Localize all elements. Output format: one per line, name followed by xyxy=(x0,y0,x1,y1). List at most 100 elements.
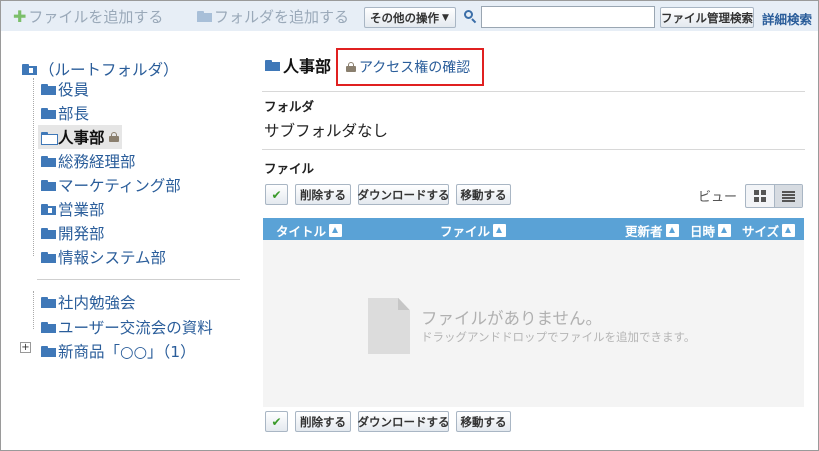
detail-search-link[interactable]: 詳細検索 xyxy=(762,9,812,28)
grid-view-button[interactable] xyxy=(746,185,774,207)
search-input[interactable] xyxy=(481,6,655,28)
folder-icon xyxy=(265,59,280,71)
tree-item-marketing[interactable]: マーケティング部 xyxy=(41,174,181,196)
page-title-text: 人事部 xyxy=(283,57,332,76)
file-section-label: ファイル xyxy=(264,161,315,176)
search-icon xyxy=(464,10,477,24)
delete-button[interactable]: 削除する xyxy=(295,411,351,432)
divider xyxy=(262,91,805,92)
column-updater[interactable]: 更新者 xyxy=(625,221,679,240)
view-label: ビュー xyxy=(698,190,738,205)
add-file-button[interactable]: ✚ ファイルを追加する xyxy=(13,6,163,27)
tree-item-label: 新商品「○○」（1） xyxy=(58,343,196,361)
column-file[interactable]: ファイル xyxy=(440,221,507,240)
lock-icon xyxy=(346,62,356,72)
folder-icon xyxy=(197,11,212,22)
tree-item-new-product[interactable]: 新商品「○○」（1） xyxy=(41,340,196,362)
folder-icon xyxy=(41,155,56,167)
page-title: 人事部 xyxy=(265,53,331,77)
tree-root-label: （ルートフォルダ） xyxy=(39,61,179,79)
move-button[interactable]: 移動する xyxy=(456,184,511,205)
sort-asc-icon xyxy=(718,224,732,237)
tree-item-hr[interactable]: 人事部 xyxy=(38,125,122,149)
tree-item-user-meeting[interactable]: ユーザー交流会の資料 xyxy=(41,316,213,338)
tree-item-label: 部長 xyxy=(58,105,90,123)
tree-item-it[interactable]: 情報システム部 xyxy=(41,246,166,268)
tree-guide xyxy=(33,291,34,329)
tree-item-label: ユーザー交流会の資料 xyxy=(58,319,213,337)
add-file-label: ファイルを追加する xyxy=(28,8,164,26)
tree-item-general-accounting[interactable]: 総務経理部 xyxy=(41,150,136,172)
add-folder-label: フォルダを追加する xyxy=(214,8,350,26)
table-header: タイトル ファイル 更新者 日時 サイズ xyxy=(263,218,804,240)
select-all-button[interactable]: ✔ xyxy=(265,184,288,205)
folder-icon xyxy=(41,227,56,239)
column-label: 更新者 xyxy=(625,224,663,239)
plus-icon: ✚ xyxy=(13,7,27,26)
tree-item-development[interactable]: 開発部 xyxy=(41,222,105,244)
divider xyxy=(262,149,805,150)
empty-hint: ドラッグアンドドロップでファイルを追加できます。 xyxy=(421,330,696,344)
view-toggle xyxy=(745,184,803,208)
tree-item-label: 役員 xyxy=(58,81,90,99)
folder-section-label: フォルダ xyxy=(264,99,315,114)
tree-guide xyxy=(33,78,34,256)
toolbar: ✚ ファイルを追加する フォルダを追加する その他の操作 ▼ ファイル管理検索 … xyxy=(1,1,818,31)
caret-down-icon: ▼ xyxy=(442,12,449,23)
tree-item-label: 情報システム部 xyxy=(58,249,167,267)
lock-icon xyxy=(108,132,119,142)
empty-file-icon xyxy=(368,298,410,354)
folder-icon xyxy=(41,345,56,357)
sort-asc-icon xyxy=(782,224,796,237)
select-all-button[interactable]: ✔ xyxy=(265,411,288,432)
column-datetime[interactable]: 日時 xyxy=(690,221,732,240)
tree-item-label: 総務経理部 xyxy=(58,153,136,171)
folder-icon xyxy=(41,83,56,95)
column-label: タイトル xyxy=(276,224,327,239)
other-operations-label: その他の操作 xyxy=(370,10,439,25)
root-folder-icon xyxy=(22,63,37,75)
sort-asc-icon xyxy=(665,224,679,237)
column-label: ファイル xyxy=(440,224,491,239)
tree-item-label: 社内勉強会 xyxy=(58,294,136,312)
sort-asc-icon xyxy=(493,224,507,237)
list-view-button[interactable] xyxy=(773,185,802,207)
folder-icon xyxy=(41,296,56,308)
no-subfolder-text: サブフォルダなし xyxy=(264,122,389,140)
folder-icon xyxy=(41,251,56,263)
tree-item-label: マーケティング部 xyxy=(58,177,181,195)
other-operations-dropdown[interactable]: その他の操作 ▼ xyxy=(364,7,456,28)
delete-button[interactable]: 削除する xyxy=(295,184,351,205)
folder-open-icon xyxy=(41,131,58,145)
add-folder-button[interactable]: フォルダを追加する xyxy=(197,6,349,27)
download-button[interactable]: ダウンロードする xyxy=(358,184,450,205)
download-button[interactable]: ダウンロードする xyxy=(358,411,450,432)
column-title[interactable]: タイトル xyxy=(276,221,343,240)
tree-item-study-group[interactable]: 社内勉強会 xyxy=(41,291,136,313)
expand-toggle[interactable]: + xyxy=(20,342,31,353)
grid-icon xyxy=(753,190,766,202)
file-search-button[interactable]: ファイル管理検索 xyxy=(660,7,754,28)
check-icon: ✔ xyxy=(271,414,282,429)
move-button[interactable]: 移動する xyxy=(456,411,511,432)
folder-icon xyxy=(41,179,56,191)
tree-item-label: 人事部 xyxy=(58,129,105,147)
tree-root[interactable]: （ルートフォルダ） xyxy=(22,58,179,80)
access-check-link[interactable]: アクセス権の確認 xyxy=(346,57,470,77)
list-icon xyxy=(781,190,795,202)
sort-asc-icon xyxy=(329,224,343,237)
access-check-label: アクセス権の確認 xyxy=(359,60,471,76)
column-size[interactable]: サイズ xyxy=(742,221,796,240)
tree-item-label: 開発部 xyxy=(58,225,105,243)
empty-message: ファイルがありません。 xyxy=(421,309,603,328)
tree-separator xyxy=(37,279,240,280)
tree-item-sales[interactable]: 営業部 xyxy=(41,198,105,220)
check-icon: ✔ xyxy=(271,187,282,202)
folder-icon xyxy=(41,107,56,119)
column-label: サイズ xyxy=(742,224,780,239)
column-label: 日時 xyxy=(690,224,716,239)
tree-item-officers[interactable]: 役員 xyxy=(41,78,89,100)
folder-icon xyxy=(41,321,56,333)
tree-item-label: 営業部 xyxy=(58,201,105,219)
tree-item-managers[interactable]: 部長 xyxy=(41,102,89,124)
